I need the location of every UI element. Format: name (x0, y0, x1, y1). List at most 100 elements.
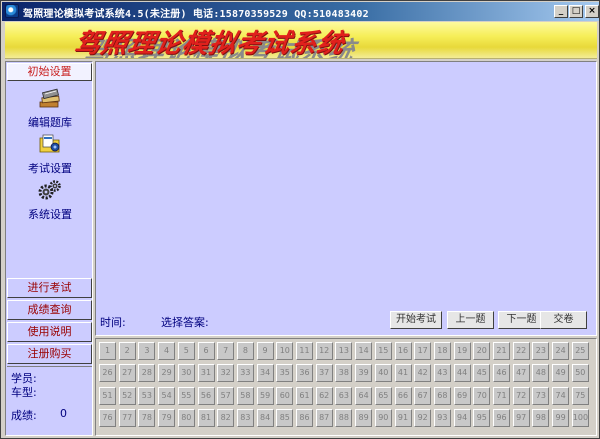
maximize-button[interactable]: □ (569, 5, 583, 18)
question-number-button[interactable]: 69 (453, 386, 471, 405)
system-settings-tool[interactable]: 系统设置 (10, 178, 90, 222)
question-number-button[interactable]: 20 (473, 342, 491, 360)
question-number-button[interactable]: 30 (177, 364, 195, 383)
question-number-button[interactable]: 89 (355, 408, 373, 427)
title-bar[interactable]: 驾照理论模拟考试系统4.5(未注册) 电话:15870359529 QQ:510… (2, 2, 599, 21)
question-number-button[interactable]: 45 (473, 364, 491, 383)
exam-settings-tool[interactable]: 考试设置 (10, 132, 90, 176)
question-number-button[interactable]: 43 (433, 364, 451, 383)
question-number-button[interactable]: 1 (99, 342, 116, 360)
question-number-button[interactable]: 2 (118, 342, 136, 360)
question-number-button[interactable]: 97 (512, 408, 530, 427)
question-number-button[interactable]: 71 (493, 386, 510, 405)
question-number-button[interactable]: 27 (118, 364, 136, 383)
question-number-button[interactable]: 59 (256, 386, 274, 405)
question-number-button[interactable]: 94 (453, 408, 471, 427)
previous-question-button[interactable]: 上一题 (447, 311, 494, 329)
question-number-button[interactable]: 56 (197, 386, 215, 405)
next-question-button[interactable]: 下一题 (498, 311, 545, 329)
question-number-button[interactable]: 18 (433, 342, 451, 360)
question-number-button[interactable]: 21 (493, 342, 510, 360)
question-number-button[interactable]: 34 (256, 364, 274, 383)
question-number-button[interactable]: 3 (138, 342, 156, 360)
question-number-button[interactable]: 11 (296, 342, 313, 360)
question-number-button[interactable]: 26 (99, 364, 116, 383)
start-exam-button[interactable]: 进行考试 (7, 278, 92, 298)
question-number-button[interactable]: 17 (414, 342, 432, 360)
question-number-button[interactable]: 4 (158, 342, 176, 360)
minimize-button[interactable]: _ (554, 5, 568, 18)
question-number-button[interactable]: 24 (552, 342, 570, 360)
question-number-button[interactable]: 80 (177, 408, 195, 427)
question-number-button[interactable]: 6 (197, 342, 215, 360)
question-number-button[interactable]: 91 (394, 408, 412, 427)
question-number-button[interactable]: 19 (453, 342, 471, 360)
question-number-button[interactable]: 99 (552, 408, 570, 427)
question-number-button[interactable]: 67 (414, 386, 432, 405)
question-number-button[interactable]: 52 (118, 386, 136, 405)
question-number-button[interactable]: 60 (276, 386, 294, 405)
question-number-button[interactable]: 25 (571, 342, 589, 360)
question-number-button[interactable]: 95 (473, 408, 491, 427)
question-number-button[interactable]: 47 (512, 364, 530, 383)
question-number-button[interactable]: 29 (158, 364, 176, 383)
question-number-button[interactable]: 33 (236, 364, 254, 383)
question-number-button[interactable]: 84 (256, 408, 274, 427)
question-number-button[interactable]: 57 (217, 386, 235, 405)
question-number-button[interactable]: 14 (355, 342, 373, 360)
question-number-button[interactable]: 77 (118, 408, 136, 427)
question-number-button[interactable]: 41 (394, 364, 412, 383)
edit-question-bank-tool[interactable]: 编辑题库 (10, 86, 90, 130)
question-number-button[interactable]: 96 (493, 408, 510, 427)
question-number-button[interactable]: 66 (394, 386, 412, 405)
question-number-button[interactable]: 39 (355, 364, 373, 383)
question-number-button[interactable]: 64 (355, 386, 373, 405)
initial-settings-button[interactable]: 初始设置 (7, 63, 92, 81)
question-number-button[interactable]: 98 (532, 408, 550, 427)
question-number-button[interactable]: 58 (236, 386, 254, 405)
question-number-button[interactable]: 40 (374, 364, 392, 383)
submit-exam-button[interactable]: 交卷 (540, 311, 587, 329)
question-number-button[interactable]: 54 (158, 386, 176, 405)
question-number-button[interactable]: 38 (335, 364, 353, 383)
question-number-button[interactable]: 53 (138, 386, 156, 405)
user-guide-button[interactable]: 使用说明 (7, 322, 92, 342)
question-number-button[interactable]: 23 (532, 342, 550, 360)
question-number-button[interactable]: 35 (276, 364, 294, 383)
question-number-button[interactable]: 7 (217, 342, 235, 360)
question-number-button[interactable]: 72 (512, 386, 530, 405)
register-purchase-button[interactable]: 注册购买 (7, 344, 92, 364)
question-number-button[interactable]: 8 (236, 342, 254, 360)
question-number-button[interactable]: 5 (177, 342, 195, 360)
question-number-button[interactable]: 79 (158, 408, 176, 427)
question-number-button[interactable]: 83 (236, 408, 254, 427)
begin-exam-button[interactable]: 开始考试 (390, 311, 442, 329)
question-number-button[interactable]: 62 (315, 386, 333, 405)
question-number-button[interactable]: 32 (217, 364, 235, 383)
question-number-button[interactable]: 55 (177, 386, 195, 405)
question-number-button[interactable]: 31 (197, 364, 215, 383)
close-button[interactable]: × (585, 5, 599, 18)
question-number-button[interactable]: 81 (197, 408, 215, 427)
question-number-button[interactable]: 65 (374, 386, 392, 405)
question-number-button[interactable]: 82 (217, 408, 235, 427)
question-number-button[interactable]: 49 (552, 364, 570, 383)
question-number-button[interactable]: 73 (532, 386, 550, 405)
question-number-button[interactable]: 61 (296, 386, 313, 405)
question-number-button[interactable]: 48 (532, 364, 550, 383)
question-number-button[interactable]: 85 (276, 408, 294, 427)
question-number-button[interactable]: 76 (99, 408, 116, 427)
question-number-button[interactable]: 75 (571, 386, 589, 405)
question-number-button[interactable]: 50 (571, 364, 589, 383)
question-number-button[interactable]: 28 (138, 364, 156, 383)
question-number-button[interactable]: 90 (374, 408, 392, 427)
question-number-button[interactable]: 51 (99, 386, 116, 405)
question-number-button[interactable]: 92 (414, 408, 432, 427)
question-number-button[interactable]: 16 (394, 342, 412, 360)
question-number-button[interactable]: 44 (453, 364, 471, 383)
question-number-button[interactable]: 22 (512, 342, 530, 360)
question-number-button[interactable]: 9 (256, 342, 274, 360)
question-number-button[interactable]: 86 (296, 408, 313, 427)
question-number-button[interactable]: 74 (552, 386, 570, 405)
question-number-button[interactable]: 93 (433, 408, 451, 427)
